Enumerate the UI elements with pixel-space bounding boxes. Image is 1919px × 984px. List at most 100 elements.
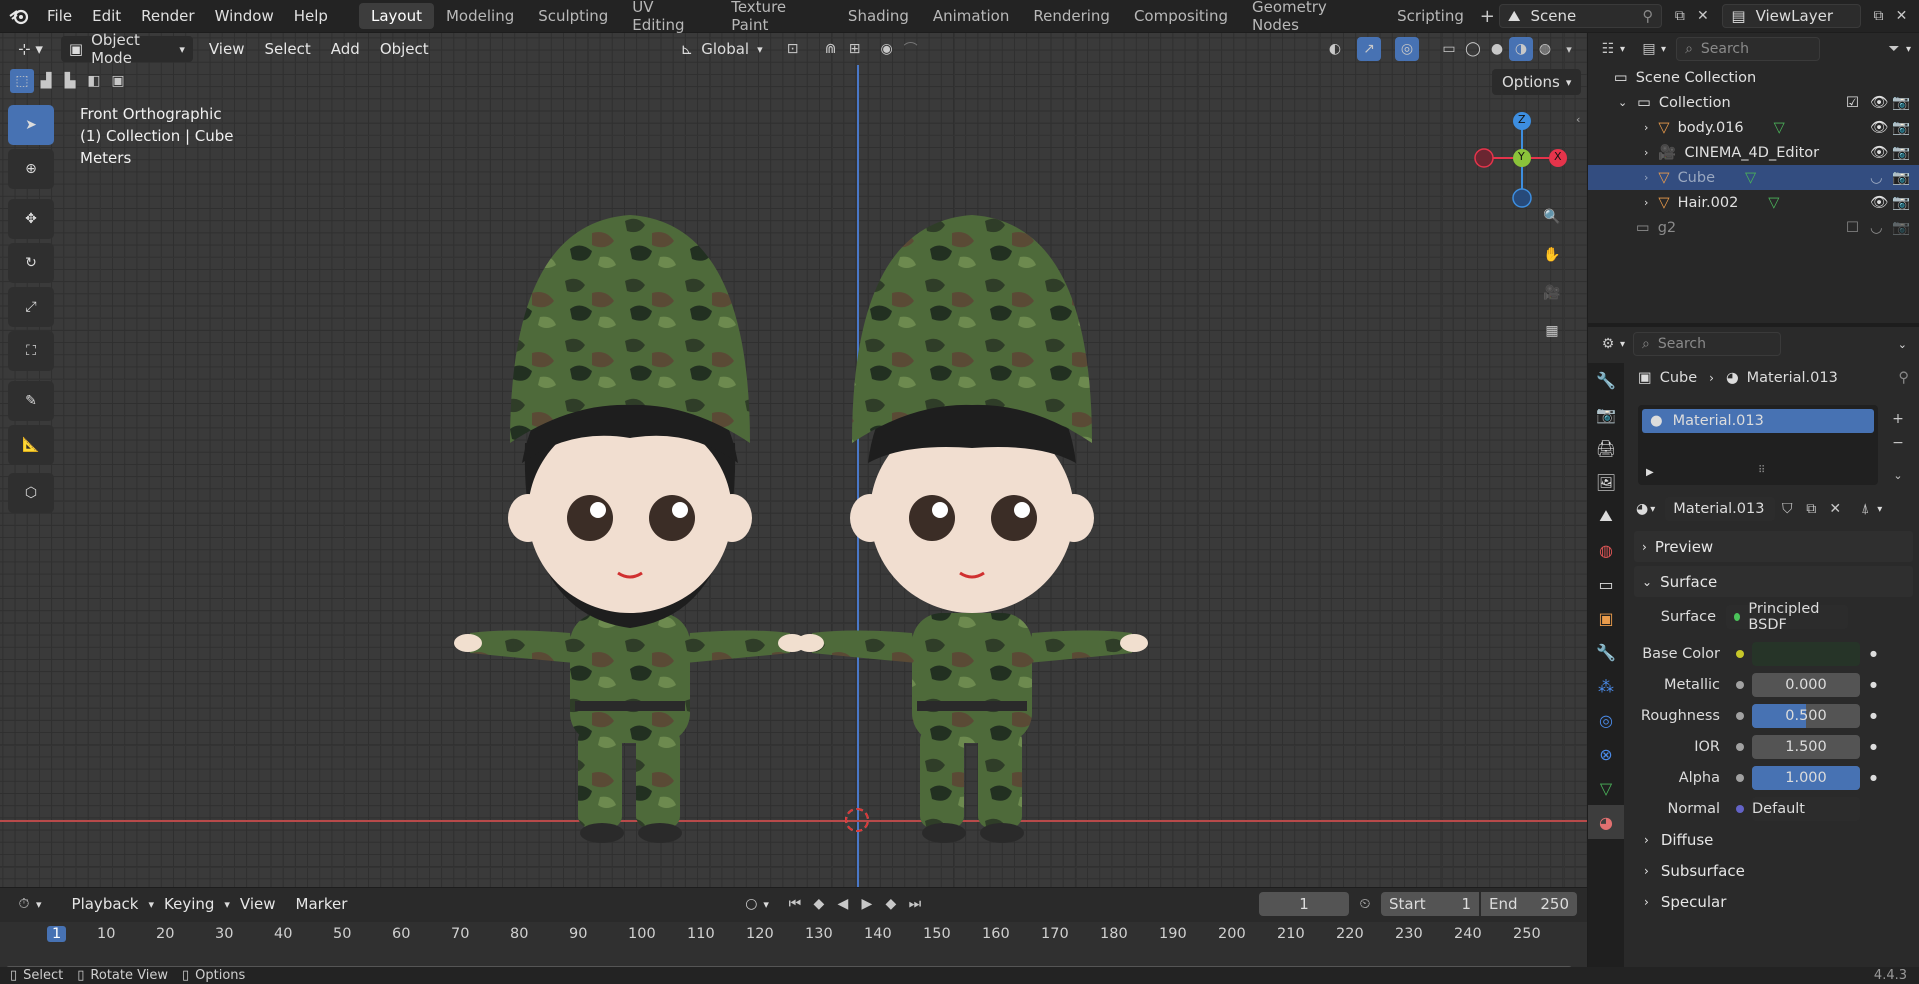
keyframe-dot-icon[interactable]: ● [1870, 680, 1877, 689]
properties-search-input[interactable]: ⌕ Search [1633, 332, 1782, 356]
outliner-row-hair[interactable]: › ▽ Hair.002 ▽ 👁 📷 [1588, 190, 1919, 215]
select-new-icon[interactable]: ⬚ [10, 69, 34, 93]
play-icon[interactable]: ▶ [855, 892, 879, 916]
node-tree-icon[interactable]: ⍋ [1853, 497, 1877, 521]
camera-icon[interactable]: 📷 [1892, 119, 1910, 136]
float-socket-icon[interactable] [1736, 680, 1744, 689]
menu-edit[interactable]: Edit [82, 0, 131, 32]
keyframe-dot-icon[interactable]: ● [1870, 649, 1877, 658]
move-tool-icon[interactable]: ✥ [8, 199, 54, 239]
prev-keyframe-icon[interactable]: ◆ [807, 892, 831, 916]
fake-user-icon[interactable]: ⛉ [1775, 497, 1799, 521]
falloff-icon[interactable]: ⌒ [899, 37, 923, 61]
visibility-icon[interactable]: ◐ [1323, 37, 1347, 61]
ior-field[interactable]: 1.500 [1752, 734, 1860, 759]
float-socket-icon[interactable] [1736, 711, 1744, 720]
float-socket-icon[interactable] [1736, 773, 1744, 782]
checkbox-icon[interactable]: ☑ [1846, 95, 1859, 111]
sidebar-toggle-icon[interactable]: ‹ [1576, 113, 1580, 126]
properties-editor-icon[interactable]: ⚙ [1596, 332, 1620, 356]
expand-arrow-icon[interactable]: › [1644, 196, 1648, 209]
metallic-slider[interactable]: 0.000 [1752, 672, 1860, 697]
overlay-toggle-icon[interactable]: ◎ [1395, 37, 1419, 61]
camera-icon[interactable]: 📷 [1892, 94, 1910, 111]
tab-uv-editing[interactable]: UV Editing [620, 0, 719, 34]
zoom-icon[interactable]: 🔍 [1540, 205, 1564, 229]
3d-viewport[interactable]: ⊹ ▾ ▣ Object Mode ▾ View Select Add Obje… [0, 33, 1587, 887]
pan-hand-icon[interactable]: ✋ [1540, 243, 1564, 267]
base-color-swatch[interactable] [1752, 641, 1860, 666]
snap-icon[interactable]: ⋒ [819, 37, 843, 61]
mode-dropdown[interactable]: ▣ Object Mode ▾ [60, 33, 193, 67]
shading-options-icon[interactable]: ▾ [1557, 37, 1581, 61]
constraints-tab-icon[interactable]: ⊗ [1588, 737, 1624, 771]
physics-tab-icon[interactable]: ◎ [1588, 703, 1624, 737]
material-name-field[interactable]: Material.013 [1665, 497, 1776, 521]
eye-icon[interactable]: 👁 [1870, 194, 1888, 211]
blender-logo-icon[interactable] [8, 4, 31, 28]
menu-marker[interactable]: Marker [286, 895, 358, 913]
collection-tab-icon[interactable]: ▭ [1588, 567, 1624, 601]
menu-select[interactable]: Select [254, 40, 320, 58]
chevron-down-icon[interactable]: ⌄ [1898, 338, 1907, 351]
outliner-row-cinema[interactable]: › 🎥 CINEMA_4D_Editor 👁 📷 [1588, 140, 1919, 165]
camera-view-icon[interactable]: 🎥 [1540, 281, 1564, 305]
character-male[interactable] [796, 215, 1148, 843]
eye-hidden-icon[interactable]: ◡ [1870, 220, 1883, 236]
expand-arrow-icon[interactable]: › [1644, 121, 1648, 134]
camera-icon[interactable]: 📷 [1892, 194, 1910, 211]
gizmo-toggle-icon[interactable]: ↗ [1357, 37, 1381, 61]
jump-end-icon[interactable]: ⏭ [903, 892, 927, 916]
measure-tool-icon[interactable]: 📐 [8, 425, 54, 465]
material-browse-icon[interactable]: ◕ [1636, 501, 1648, 517]
camera-icon[interactable]: 📷 [1892, 144, 1910, 161]
tab-texture-paint[interactable]: Texture Paint [719, 0, 836, 34]
keyframe-dot-icon[interactable]: ● [1870, 711, 1877, 720]
orientation-dropdown[interactable]: ⊾ Global ▾ [673, 36, 771, 62]
display-mode-icon[interactable]: ▤ [1637, 37, 1661, 61]
section-diffuse[interactable]: › Diffuse [1628, 824, 1919, 855]
keyframe-dot-icon[interactable]: ● [1870, 773, 1877, 782]
tab-modeling[interactable]: Modeling [434, 3, 526, 29]
menu-timeline-view[interactable]: View [230, 895, 286, 913]
options-button[interactable]: Options ▾ [1492, 69, 1582, 95]
checkbox-icon[interactable]: ☐ [1846, 220, 1859, 236]
editor-type-dropdown[interactable]: ⊹ ▾ [10, 36, 51, 62]
new-scene-icon[interactable]: ⧉ [1668, 4, 1691, 28]
section-surface[interactable]: ⌄ Surface [1634, 566, 1913, 597]
tab-layout[interactable]: Layout [358, 3, 434, 29]
annotate-tool-icon[interactable]: ✎ [8, 381, 54, 421]
start-frame-field[interactable]: Start 1 [1381, 892, 1479, 916]
tab-animation[interactable]: Animation [921, 3, 1021, 29]
scene-tab-icon[interactable]: ⛰ [1588, 499, 1624, 533]
scene-collection-row[interactable]: ▭ Scene Collection [1588, 65, 1919, 90]
float-socket-icon[interactable] [1736, 742, 1744, 751]
section-preview[interactable]: › Preview [1634, 531, 1913, 562]
tab-compositing[interactable]: Compositing [1122, 3, 1240, 29]
transform-tool-icon[interactable]: ⛶ [8, 331, 54, 371]
scale-tool-icon[interactable]: ⤢ [8, 287, 54, 327]
expand-arrow-icon[interactable]: ⌄ [1618, 96, 1627, 109]
jump-start-icon[interactable]: ⏮ [783, 892, 807, 916]
pivot-icon[interactable]: ⊡ [781, 37, 805, 61]
scene-characters[interactable] [440, 213, 1280, 853]
material-shading-icon[interactable]: ◑ [1509, 37, 1533, 61]
add-slot-icon[interactable]: + [1886, 407, 1910, 431]
menu-view[interactable]: View [199, 40, 255, 58]
play-reverse-icon[interactable]: ◀ [831, 892, 855, 916]
outliner-row-body[interactable]: › ▽ body.016 ▽ 👁 📷 [1588, 115, 1919, 140]
surface-shader-field[interactable]: Principled BSDF [1726, 601, 1848, 633]
expand-arrow-icon[interactable]: › [1644, 146, 1648, 159]
outliner-row-cube[interactable]: › ▽ Cube ▽ ◡ 📷 [1588, 165, 1919, 190]
next-keyframe-icon[interactable]: ◆ [879, 892, 903, 916]
filter-icon[interactable]: ⏷ [1882, 37, 1906, 61]
wireframe-shading-icon[interactable]: ◯ [1461, 37, 1485, 61]
scene-selector[interactable]: ⛰ Scene ⚲ [1498, 4, 1663, 28]
menu-help[interactable]: Help [284, 0, 338, 32]
end-frame-field[interactable]: End 250 [1481, 892, 1577, 916]
select-invert-icon[interactable]: ◧ [82, 69, 106, 93]
menu-file[interactable]: File [37, 0, 82, 32]
outliner-editor-icon[interactable]: ☷ [1596, 37, 1620, 61]
character-female[interactable] [454, 215, 806, 843]
object-tab-icon[interactable]: ▣ [1588, 601, 1624, 635]
